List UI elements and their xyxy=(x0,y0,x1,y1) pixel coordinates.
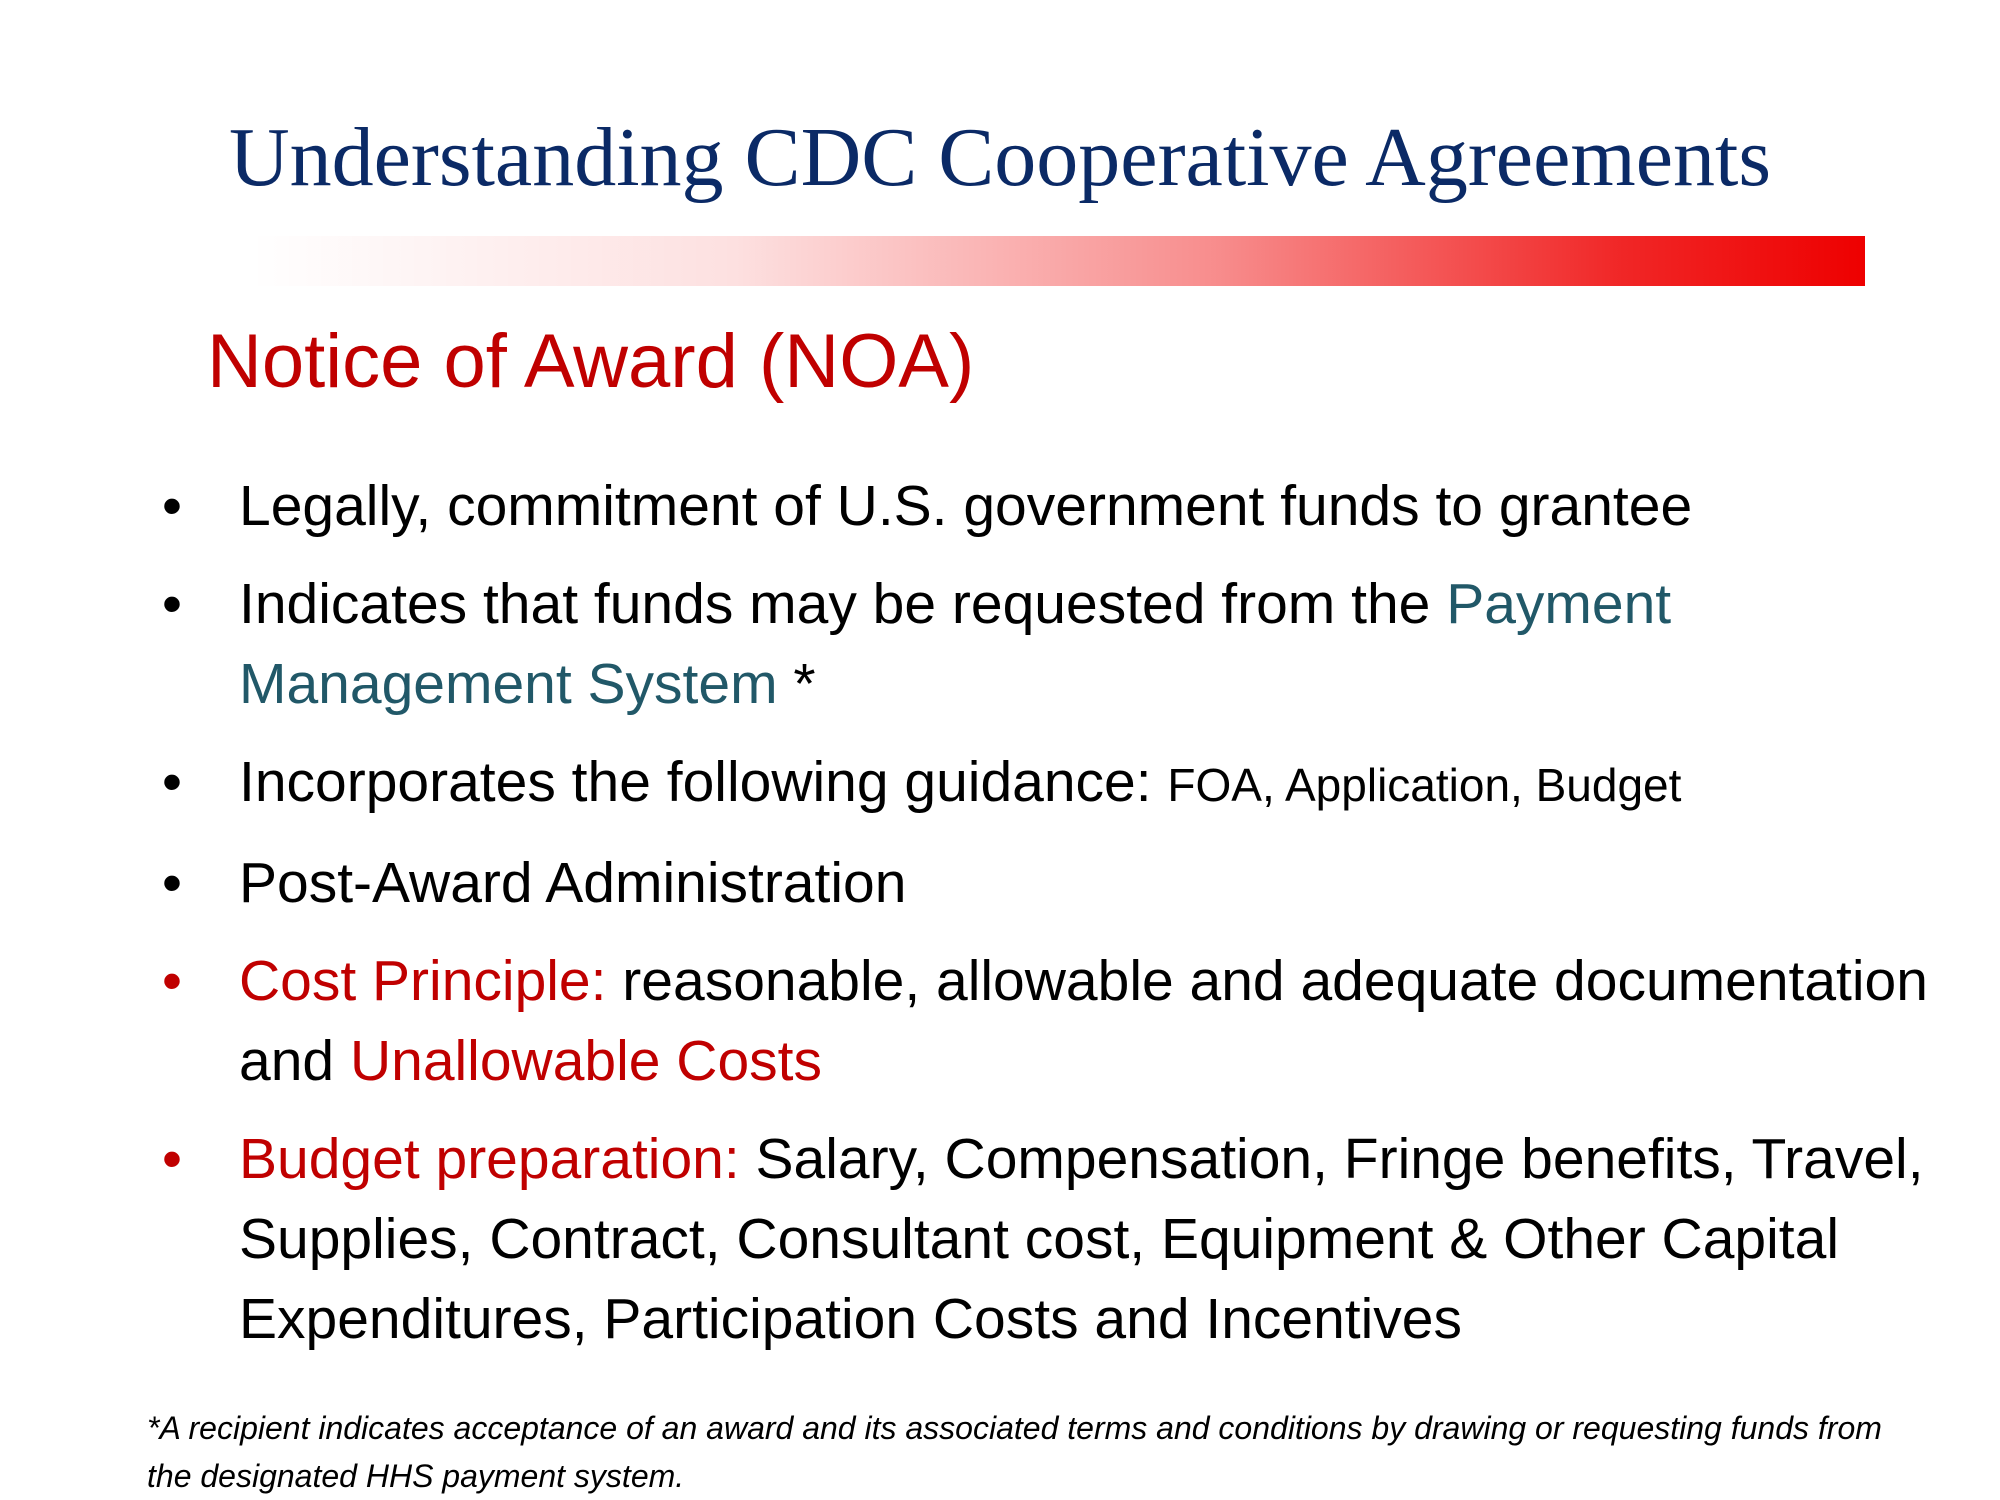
bullet-item-payment-system: • Indicates that funds may be requested … xyxy=(150,564,1950,724)
bullet-marker: • xyxy=(162,949,182,1013)
bullet-label: Cost Principle: xyxy=(239,949,607,1013)
bullet-list: • Legally, commitment of U.S. government… xyxy=(150,466,1950,1377)
bullet-marker: • xyxy=(162,572,182,636)
bullet-text: Legally, commitment of U.S. government f… xyxy=(239,474,1693,538)
title-accent-bar xyxy=(250,236,1865,286)
bullet-suffix: * xyxy=(777,652,816,716)
bullet-marker: • xyxy=(162,474,182,538)
bullet-marker: • xyxy=(162,851,182,915)
bullet-label: Budget preparation: xyxy=(239,1127,740,1191)
slide-title: Understanding CDC Cooperative Agreements xyxy=(228,111,1772,204)
bullet-marker: • xyxy=(162,1127,182,1191)
bullet-text: Indicates that funds may be requested fr… xyxy=(239,572,1447,636)
slide: Understanding CDC Cooperative Agreements… xyxy=(0,0,2000,1500)
bullet-item-guidance: • Incorporates the following guidance: F… xyxy=(150,742,1950,825)
footnote: *A recipient indicates acceptance of an … xyxy=(147,1410,1882,1494)
slide-subtitle: Notice of Award (NOA) xyxy=(207,319,975,404)
bullet-text: Incorporates the following guidance: xyxy=(239,750,1168,814)
bullet-marker: • xyxy=(162,750,182,814)
bullet-item-cost-principle: • Cost Principle: reasonable, allowable … xyxy=(150,941,1950,1101)
bullet-text: Post-Award Administration xyxy=(239,851,907,915)
bullet-item-budget-preparation: • Budget preparation: Salary, Compensati… xyxy=(150,1119,1950,1359)
bullet-item-legally: • Legally, commitment of U.S. government… xyxy=(150,466,1950,546)
bullet-item-post-award: • Post-Award Administration xyxy=(150,843,1950,923)
unallowable-costs-highlight: Unallowable Costs xyxy=(349,1029,823,1093)
guidance-detail: FOA, Application, Budget xyxy=(1167,759,1682,811)
